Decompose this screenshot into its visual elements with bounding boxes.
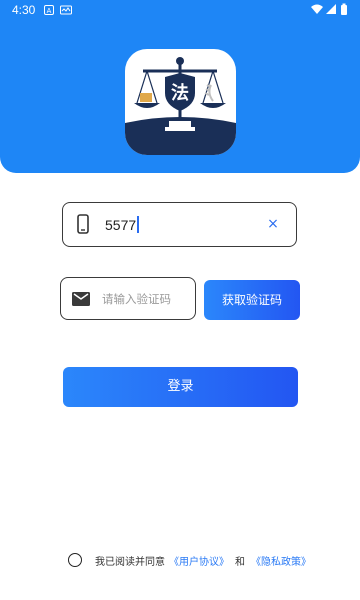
- phone-input[interactable]: 5577: [105, 216, 139, 233]
- verification-code-field[interactable]: 请输入验证码: [60, 277, 196, 320]
- phone-icon: [77, 214, 89, 238]
- privacy-policy-link[interactable]: 《隐私政策》: [251, 553, 311, 568]
- agreement-row: 我已阅读并同意 《用户协议》 和 《隐私政策》: [68, 552, 311, 568]
- svg-text:A: A: [47, 8, 52, 15]
- user-agreement-link[interactable]: 《用户协议》: [169, 553, 229, 568]
- signal-icon: [326, 4, 336, 14]
- notification-media-icon: [60, 4, 72, 18]
- status-bar: 4:30 A: [0, 0, 360, 20]
- clear-icon[interactable]: ×: [264, 215, 282, 233]
- wifi-icon: [311, 4, 323, 14]
- app-logo: 法: [125, 49, 236, 155]
- logo-character: 法: [171, 82, 189, 104]
- phone-field[interactable]: 5577 ×: [62, 202, 297, 247]
- agreement-prefix: 我已阅读并同意: [95, 556, 165, 568]
- code-input[interactable]: 请输入验证码: [102, 291, 171, 307]
- get-code-button[interactable]: 获取验证码: [204, 280, 300, 320]
- login-button[interactable]: 登录: [63, 367, 298, 407]
- battery-icon: [341, 3, 347, 15]
- status-time: 4:30: [12, 3, 36, 17]
- agreement-and: 和: [235, 556, 245, 568]
- status-right-icons: [310, 3, 350, 18]
- text-caret: [137, 216, 139, 233]
- notification-a-icon: A: [44, 4, 54, 18]
- agreement-radio[interactable]: [68, 553, 82, 567]
- mail-icon: [72, 291, 90, 310]
- phone-value: 5577: [105, 217, 137, 233]
